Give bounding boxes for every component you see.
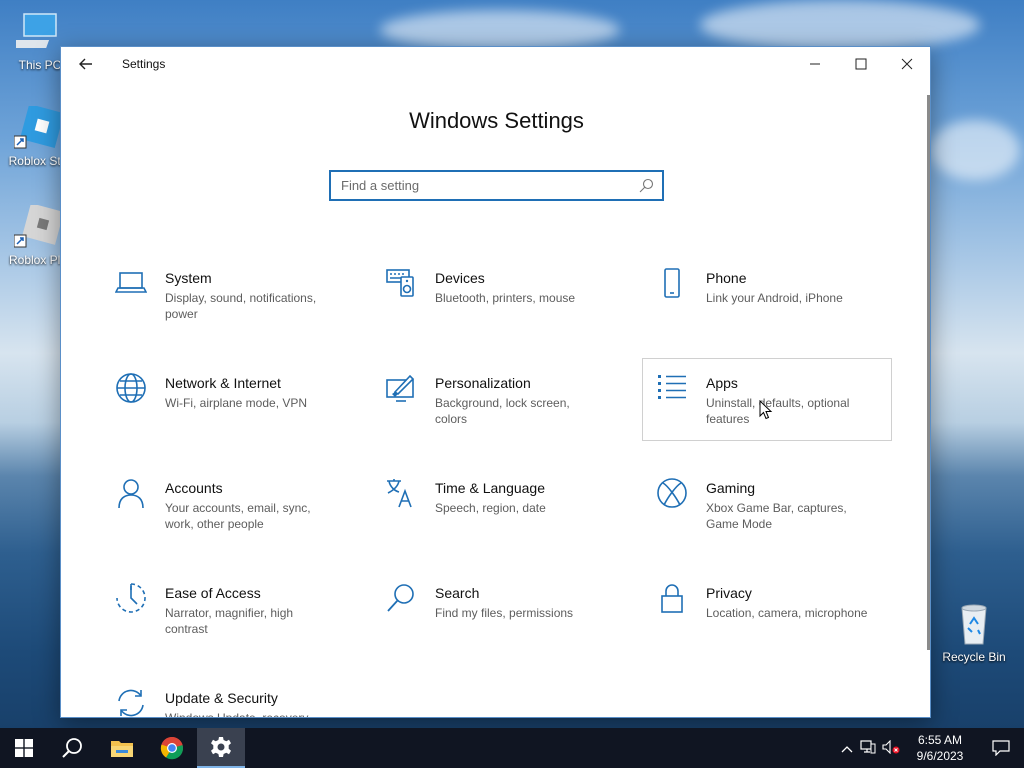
system-tray xyxy=(838,728,902,768)
close-icon xyxy=(901,58,913,70)
tile-ease-of-access[interactable]: Ease of Access Narrator, magnifier, high… xyxy=(101,574,351,657)
tile-description: Windows Update, recovery xyxy=(165,711,309,718)
volume-muted-icon[interactable] xyxy=(880,739,902,758)
sync-icon xyxy=(118,689,144,717)
devices-icon xyxy=(386,269,414,297)
roblox-studio-icon xyxy=(13,103,65,150)
tile-name: Network & Internet xyxy=(165,375,281,391)
maximize-icon xyxy=(855,58,867,70)
chrome-icon xyxy=(160,737,184,760)
tile-name: Time & Language xyxy=(435,480,545,496)
monitor-icon xyxy=(6,10,64,54)
ease-of-access-icon xyxy=(116,583,146,613)
paintbrush-icon xyxy=(386,374,415,402)
start-button[interactable] xyxy=(0,728,48,768)
minimize-icon xyxy=(810,63,820,65)
tile-name: Devices xyxy=(435,270,485,286)
recycle-bin-icon xyxy=(950,602,998,646)
window-title: Settings xyxy=(122,57,166,71)
phone-icon xyxy=(664,268,680,298)
close-button[interactable] xyxy=(884,47,930,81)
tile-description: Bluetooth, printers, mouse xyxy=(435,291,576,305)
xbox-icon xyxy=(657,478,687,508)
cloud-decoration xyxy=(700,0,980,50)
tile-privacy[interactable]: Privacy Location, camera, microphone xyxy=(642,574,892,657)
taskbar-chrome[interactable] xyxy=(148,728,196,768)
tile-description: Your accounts, email, sync, work, other … xyxy=(165,501,311,531)
desktop-icon-recycle-bin[interactable]: Recycle Bin xyxy=(934,602,1014,664)
tile-gaming[interactable]: Gaming Xbox Game Bar, captures, Game Mod… xyxy=(642,469,892,552)
cloud-decoration xyxy=(930,120,1020,180)
network-icon[interactable] xyxy=(856,739,880,758)
tile-update-security[interactable]: Update & Security Windows Update, recove… xyxy=(101,679,351,718)
tile-name: Ease of Access xyxy=(165,585,261,601)
tile-network-internet[interactable]: Network & Internet Wi-Fi, airplane mode,… xyxy=(101,364,351,447)
cloud-decoration xyxy=(380,10,620,50)
tile-description: Location, camera, microphone xyxy=(706,606,868,620)
tile-time-language[interactable]: Time & Language Speech, region, date xyxy=(371,469,621,552)
tile-name: Update & Security xyxy=(165,690,278,706)
clock[interactable]: 6:55 AM 9/6/2023 xyxy=(910,732,970,764)
tile-description: Display, sound, notifications, power xyxy=(165,291,317,321)
action-center-button[interactable] xyxy=(978,728,1024,768)
search-box xyxy=(329,170,664,201)
settings-window: Settings Windows Settings System Display… xyxy=(60,46,931,718)
tile-personalization[interactable]: Personalization Background, lock screen,… xyxy=(371,364,621,447)
folder-icon xyxy=(111,741,133,757)
time-language-icon xyxy=(387,479,412,508)
taskbar-settings[interactable] xyxy=(197,728,245,768)
tile-name: Personalization xyxy=(435,375,531,391)
lock-icon xyxy=(661,584,683,613)
title-bar: Settings xyxy=(61,47,930,81)
tile-name: Apps xyxy=(706,375,738,391)
taskbar-file-explorer[interactable] xyxy=(98,728,146,768)
tile-phone[interactable]: Phone Link your Android, iPhone xyxy=(642,259,892,342)
scrollbar[interactable] xyxy=(927,95,930,650)
page-title: Windows Settings xyxy=(409,108,584,133)
tile-devices[interactable]: Devices Bluetooth, printers, mouse xyxy=(371,259,621,342)
tile-description: Speech, region, date xyxy=(435,501,546,515)
notification-icon xyxy=(992,740,1010,756)
tile-description: Find my files, permissions xyxy=(435,606,574,620)
tile-name: Phone xyxy=(706,270,747,286)
apps-list-icon xyxy=(658,375,686,399)
tile-system[interactable]: System Display, sound, notifications, po… xyxy=(101,259,351,342)
tile-description: Background, lock screen, colors xyxy=(435,396,570,426)
person-icon xyxy=(118,479,144,509)
taskbar-search-button[interactable] xyxy=(48,728,96,768)
clock-date: 9/6/2023 xyxy=(916,749,964,763)
windows-logo-icon xyxy=(15,739,33,757)
laptop-icon xyxy=(115,272,147,293)
search-input[interactable] xyxy=(331,172,662,199)
roblox-player-icon xyxy=(13,203,64,249)
search-icon[interactable] xyxy=(638,178,654,194)
tile-description: Link your Android, iPhone xyxy=(706,291,843,305)
search-icon xyxy=(387,584,414,612)
tile-name: Search xyxy=(435,585,480,601)
mouse-cursor-icon xyxy=(759,400,773,420)
tile-description: Wi-Fi, airplane mode, VPN xyxy=(165,396,308,410)
gear-icon xyxy=(211,737,231,757)
maximize-button[interactable] xyxy=(838,47,884,81)
tile-description: Xbox Game Bar, captures, Game Mode xyxy=(706,501,847,531)
arrow-left-icon xyxy=(79,58,92,70)
tile-accounts[interactable]: Accounts Your accounts, email, sync, wor… xyxy=(101,469,351,552)
back-button[interactable] xyxy=(75,53,97,75)
minimize-button[interactable] xyxy=(792,47,838,81)
tile-name: System xyxy=(165,270,212,286)
search-icon xyxy=(62,738,82,758)
taskbar: 6:55 AM 9/6/2023 xyxy=(0,728,1024,768)
tile-description: Narrator, magnifier, high contrast xyxy=(165,606,294,636)
tile-description: Uninstall, defaults, optional features xyxy=(706,396,850,426)
globe-icon xyxy=(116,373,146,403)
desktop-icon-label: Recycle Bin xyxy=(942,650,1006,664)
tile-name: Privacy xyxy=(706,585,752,601)
chevron-up-icon[interactable] xyxy=(838,739,856,758)
tile-search[interactable]: Search Find my files, permissions xyxy=(371,574,621,657)
tile-name: Accounts xyxy=(165,480,223,496)
tile-name: Gaming xyxy=(706,480,756,496)
clock-time: 6:55 AM xyxy=(917,733,963,747)
